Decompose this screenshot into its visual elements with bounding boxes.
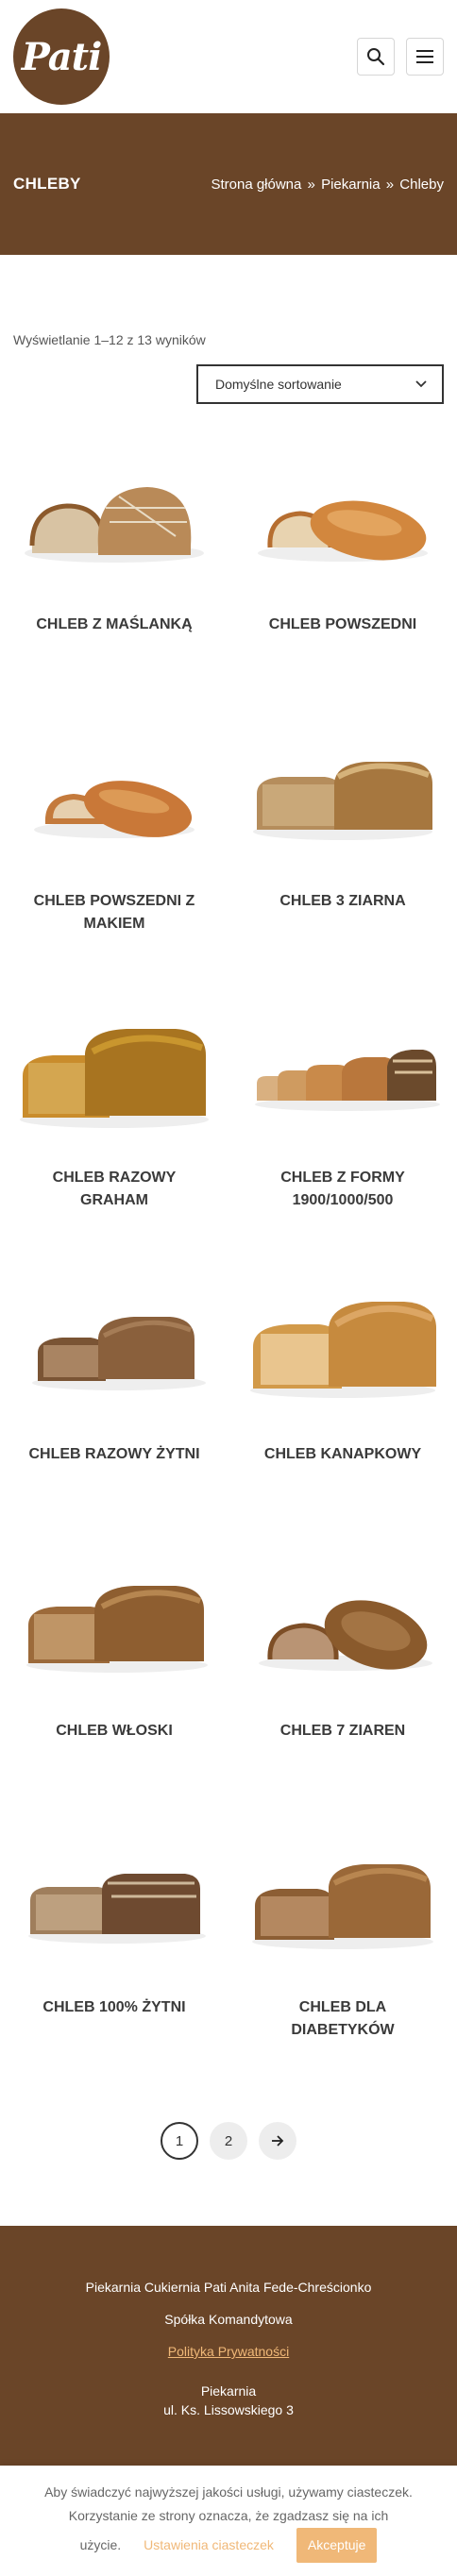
cookie-consent-bar: Aby świadczyć najwyższej jakości usługi,… xyxy=(0,2466,457,2576)
footer-address-block: Piekarnia ul. Ks. Lissowskiego 3 xyxy=(0,2382,457,2419)
header-actions xyxy=(357,38,444,76)
product-title[interactable]: CHLEB DLA DIABETYKÓW xyxy=(253,1996,432,2042)
page-2-button[interactable]: 2 xyxy=(210,2122,247,2160)
pagination: 1 2 xyxy=(0,2122,457,2160)
product-title[interactable]: CHLEB RAZOWY GRAHAM xyxy=(25,1167,204,1212)
product-title[interactable]: CHLEB Z MAŚLANKĄ xyxy=(25,614,204,636)
product-card[interactable]: CHLEB Z MAŚLANKĄ xyxy=(0,430,228,707)
search-button[interactable] xyxy=(357,38,395,76)
cookie-accept-button[interactable]: Akceptuje xyxy=(296,2528,378,2563)
product-grid: CHLEB Z MAŚLANKĄ CHLEB POWSZEDNI CHLEB P… xyxy=(0,430,457,2090)
page-title-bar: CHLEBY Strona główna » Piekarnia » Chleb… xyxy=(0,113,457,255)
product-title[interactable]: CHLEB POWSZEDNI Z MAKIEM xyxy=(25,890,204,935)
breadcrumb-separator: » xyxy=(385,176,395,193)
breadcrumb-separator: » xyxy=(307,176,315,193)
cookie-actions-row: użycie. Ustawienia ciasteczek Akceptuje xyxy=(80,2528,378,2563)
cookie-text-line-1: Aby świadczyć najwyższej jakości usługi,… xyxy=(44,2484,413,2500)
product-title[interactable]: CHLEB WŁOSKI xyxy=(25,1720,204,1743)
product-card[interactable]: CHLEB RAZOWY ŻYTNI xyxy=(0,1260,228,1537)
product-card[interactable]: CHLEB 100% ŻYTNI xyxy=(0,1813,228,2090)
menu-button[interactable] xyxy=(406,38,444,76)
pati-logo[interactable]: Pati xyxy=(13,8,110,105)
breadcrumb-piekarnia[interactable]: Piekarnia xyxy=(321,177,381,193)
product-image[interactable] xyxy=(15,1548,213,1699)
sort-wrap: Domyślne sortowanie xyxy=(13,364,444,404)
product-image[interactable] xyxy=(244,995,442,1146)
product-image[interactable] xyxy=(244,1825,442,1976)
result-count: Wyświetlanie 1–12 z 13 wyników xyxy=(13,332,206,347)
sort-select[interactable]: Domyślne sortowanie xyxy=(196,364,444,404)
site-header: Pati xyxy=(0,0,457,113)
product-card[interactable]: CHLEB 3 ZIARNA xyxy=(228,707,457,984)
product-card[interactable]: CHLEB RAZOWY GRAHAM xyxy=(0,984,228,1260)
product-card[interactable]: CHLEB WŁOSKI xyxy=(0,1537,228,1813)
product-title[interactable]: CHLEB Z FORMY 1900/1000/500 xyxy=(253,1167,432,1212)
footer-section-label: Piekarnia xyxy=(200,2383,257,2399)
footer-address: ul. Ks. Lissowskiego 3 xyxy=(163,2402,294,2417)
product-title[interactable]: CHLEB POWSZEDNI xyxy=(253,614,432,636)
product-title[interactable]: CHLEB 3 ZIARNA xyxy=(253,890,432,913)
product-card[interactable]: CHLEB 7 ZIAREN xyxy=(228,1537,457,1813)
product-image[interactable] xyxy=(244,1548,442,1699)
breadcrumb-home[interactable]: Strona główna xyxy=(211,177,301,193)
product-card[interactable]: CHLEB DLA DIABETYKÓW xyxy=(228,1813,457,2090)
product-image[interactable] xyxy=(244,442,442,593)
product-image[interactable] xyxy=(244,718,442,869)
breadcrumb: Strona główna » Piekarnia » Chleby xyxy=(211,177,444,193)
shop-controls: Wyświetlanie 1–12 z 13 wyników Domyślne … xyxy=(0,332,457,404)
product-title[interactable]: CHLEB 100% ŻYTNI xyxy=(25,1996,204,2019)
next-page-button[interactable] xyxy=(259,2122,296,2160)
privacy-policy-link[interactable]: Polityka Prywatności xyxy=(168,2344,289,2359)
product-image[interactable] xyxy=(15,995,213,1146)
cookie-settings-link[interactable]: Ustawienia ciasteczek xyxy=(144,2534,274,2557)
chevron-down-icon xyxy=(415,380,427,388)
product-image[interactable] xyxy=(15,442,213,593)
cookie-text-line-3: użycie. xyxy=(79,2537,122,2552)
arrow-right-icon xyxy=(272,2135,284,2147)
product-image[interactable] xyxy=(15,1271,213,1423)
product-card[interactable]: CHLEB KANAPKOWY xyxy=(228,1260,457,1537)
footer-company-type: Spółka Komandytowa xyxy=(164,2312,293,2327)
product-image[interactable] xyxy=(15,718,213,869)
product-image[interactable] xyxy=(244,1271,442,1423)
page-1-button[interactable]: 1 xyxy=(161,2122,198,2160)
product-title[interactable]: CHLEB RAZOWY ŻYTNI xyxy=(25,1443,204,1466)
product-card[interactable]: CHLEB POWSZEDNI xyxy=(228,430,457,707)
product-card[interactable]: CHLEB Z FORMY 1900/1000/500 xyxy=(228,984,457,1260)
footer-company-name: Piekarnia Cukiernia Pati Anita Fede-Chre… xyxy=(85,2280,372,2295)
product-title[interactable]: CHLEB KANAPKOWY xyxy=(253,1443,432,1466)
product-title[interactable]: CHLEB 7 ZIAREN xyxy=(253,1720,432,1743)
logo-text: Pati xyxy=(21,34,103,79)
product-card[interactable]: CHLEB POWSZEDNI Z MAKIEM xyxy=(0,707,228,984)
page-title: CHLEBY xyxy=(13,175,81,193)
product-image[interactable] xyxy=(15,1825,213,1976)
cookie-text-line-2: Korzystanie ze strony oznacza, że zgadza… xyxy=(68,2508,389,2523)
hamburger-menu-icon xyxy=(416,50,433,63)
sort-selected-value: Domyślne sortowanie xyxy=(215,377,342,392)
search-icon xyxy=(367,48,385,66)
breadcrumb-current: Chleby xyxy=(399,176,444,193)
